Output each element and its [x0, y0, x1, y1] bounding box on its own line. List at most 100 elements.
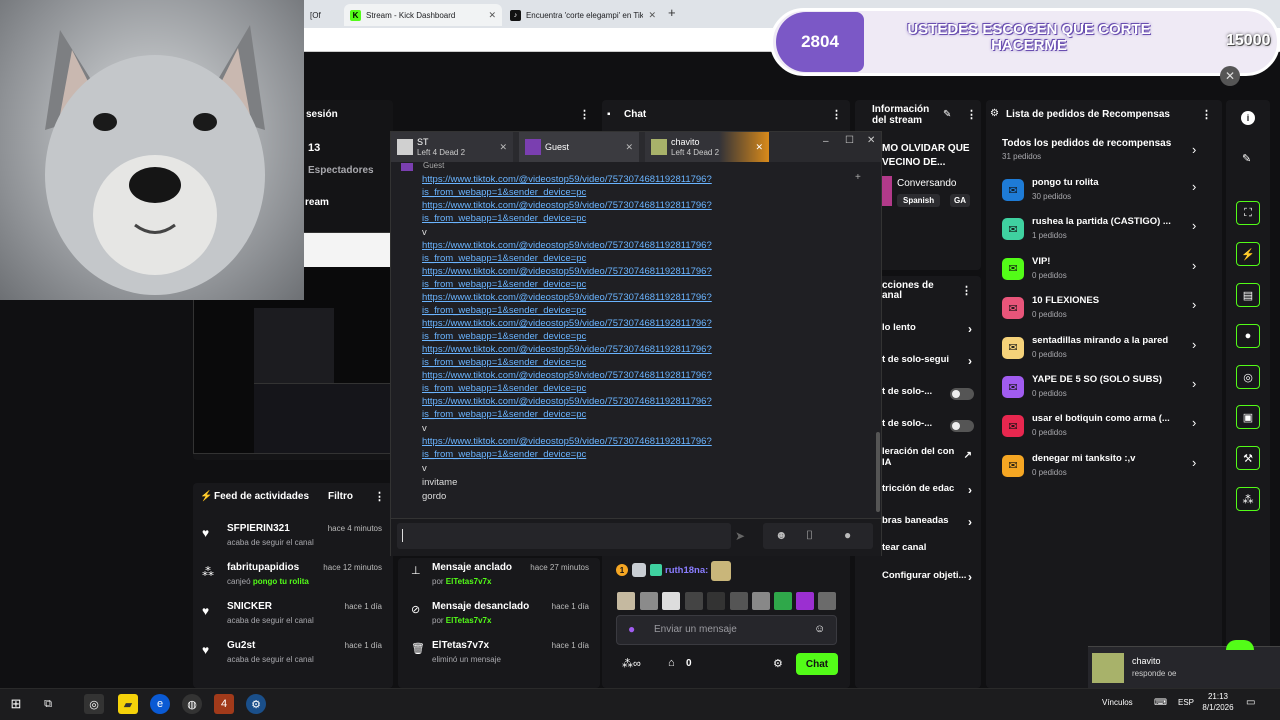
keyboard-icon[interactable]: ⌨	[1154, 697, 1167, 708]
link-line[interactable]: https://www.tiktok.com/@videostop59/vide…	[422, 318, 842, 331]
tag-ga[interactable]: GA	[950, 194, 970, 207]
quick-action-host-channel[interactable]: tear canal	[876, 542, 980, 560]
steam-icon[interactable]: ⚙	[246, 694, 266, 714]
notifications-icon[interactable]: ▭	[1246, 697, 1255, 708]
settings-gear-icon[interactable]: ⚙	[773, 657, 783, 670]
reward-row[interactable]: ✉ sentadillas mirando a la pared 0 pedidos…	[1002, 335, 1202, 371]
emote-image[interactable]	[774, 592, 792, 610]
task-view-icon[interactable]: ⧉	[38, 694, 58, 714]
chat-tab-guest[interactable]: Guest ✕	[519, 132, 639, 162]
chat-link-message[interactable]: https://www.tiktok.com/@videostop59/vide…	[422, 174, 842, 199]
activity-item[interactable]: ♥ SNICKER hace 1 día acaba de seguir el can…	[202, 601, 392, 637]
layout-icon[interactable]: ▣	[1236, 405, 1260, 429]
emoji-icon[interactable]: ☺	[814, 623, 825, 635]
quick-action-subs-only[interactable]: t de solo-...	[876, 386, 980, 404]
chat-window-input[interactable]	[397, 523, 731, 549]
attachment-icon[interactable]: ⌷	[806, 528, 813, 543]
chat-link-message[interactable]: https://www.tiktok.com/@videostop59/vide…	[422, 436, 842, 461]
close-tab-icon[interactable]: ✕	[488, 10, 496, 21]
more-icon[interactable]: ⋮	[1201, 108, 1212, 121]
clip-icon[interactable]: ⛶	[1236, 201, 1260, 225]
chat-link-message[interactable]: https://www.tiktok.com/@videostop59/vide…	[422, 318, 842, 343]
store-icon[interactable]: ⌂	[668, 657, 675, 669]
more-icon[interactable]: ⋮	[831, 108, 842, 121]
link-line[interactable]: is_from_webapp=1&sender_device=pc	[422, 331, 842, 344]
toggle-switch[interactable]	[950, 388, 974, 400]
emote-image[interactable]	[752, 592, 770, 610]
link-line[interactable]: is_from_webapp=1&sender_device=pc	[422, 213, 842, 226]
lightning-icon[interactable]: ⚡	[1236, 242, 1260, 266]
chat-tab-st[interactable]: ST Left 4 Dead 2 ✕	[391, 132, 513, 162]
link-line[interactable]: https://www.tiktok.com/@videostop59/vide…	[422, 240, 842, 253]
more-icon[interactable]: ⋮	[966, 108, 977, 121]
close-overlay-icon[interactable]: ✕	[1220, 66, 1240, 86]
mod-log-item[interactable]: ⊘ Mensaje desanclado hace 1 día por ElTetas…	[405, 601, 595, 637]
more-icon[interactable]: ⋮	[374, 490, 385, 503]
link-line[interactable]: https://www.tiktok.com/@videostop59/vide…	[422, 200, 842, 213]
activity-item[interactable]: ⁂ fabritupapidios hace 12 minutos canjeó po…	[202, 562, 392, 598]
users-infinity-icon[interactable]: ⁂∞	[622, 657, 641, 670]
reward-row[interactable]: ✉ VIP! 0 pedidos ›	[1002, 256, 1202, 292]
reward-row[interactable]: ✉ rushea la partida (CASTIGO) ... 1 pedido…	[1002, 216, 1202, 252]
link-line[interactable]: https://www.tiktok.com/@videostop59/vide…	[422, 266, 842, 279]
chat-tab-chavito[interactable]: chavito Left 4 Dead 2 ✕	[645, 132, 769, 162]
reward-row[interactable]: ✉ denegar mi tanksito :,v 0 pedidos ›	[1002, 453, 1202, 489]
quick-action-age-restriction[interactable]: tricción de edac ›	[876, 483, 980, 501]
emoji-icon[interactable]: ☻	[775, 528, 788, 542]
quick-action-configure-goals[interactable]: Configurar objeti... ›	[876, 570, 980, 588]
broadcast-icon[interactable]: ◎	[1236, 365, 1260, 389]
link-line[interactable]: is_from_webapp=1&sender_device=pc	[422, 357, 842, 370]
document-icon[interactable]: ▤	[1236, 283, 1260, 307]
browser-tab[interactable]: [Of	[304, 4, 344, 26]
message-input[interactable]: Enviar un mensaje	[654, 624, 737, 635]
tag-spanish[interactable]: Spanish	[897, 194, 941, 207]
reward-row[interactable]: ✉ 10 FLEXIONES 0 pedidos ›	[1002, 295, 1202, 331]
emote-image[interactable]	[707, 592, 725, 610]
more-icon[interactable]: ⋮	[961, 284, 972, 297]
file-explorer-icon[interactable]: ▰	[118, 694, 138, 714]
reward-row[interactable]: ✉ YAPE DE 5 SO (SOLO SUBS) 0 pedidos ›	[1002, 374, 1202, 410]
activity-item[interactable]: ♥ Gu2st hace 1 día acaba de seguir el canal	[202, 640, 392, 676]
chat-link-message[interactable]: https://www.tiktok.com/@videostop59/vide…	[422, 292, 842, 317]
link-line[interactable]: is_from_webapp=1&sender_device=pc	[422, 383, 842, 396]
obs-icon[interactable]: ◍	[182, 694, 202, 714]
chat-link-message[interactable]: https://www.tiktok.com/@videostop59/vide…	[422, 266, 842, 291]
quick-action-emotes-only[interactable]: t de solo-...	[876, 418, 980, 436]
close-tab-icon[interactable]: ✕	[499, 142, 507, 153]
info-icon[interactable]: i	[1241, 111, 1255, 125]
send-chat-button[interactable]: Chat	[796, 653, 838, 675]
more-icon[interactable]: ⋮	[579, 108, 590, 121]
windows-start-icon[interactable]: ⊞	[6, 694, 26, 714]
notification-toast[interactable]: chavito responde oe	[1088, 646, 1280, 688]
chat-link-message[interactable]: https://www.tiktok.com/@videostop59/vide…	[422, 240, 842, 265]
emote-image[interactable]	[617, 592, 635, 610]
chat-link-message[interactable]: https://www.tiktok.com/@videostop59/vide…	[422, 370, 842, 395]
microphone-icon[interactable]: ●	[628, 622, 635, 636]
maximize-icon[interactable]: ☐	[845, 135, 854, 146]
reward-row[interactable]: ✉ pongo tu rolita 30 pedidos ›	[1002, 177, 1202, 213]
links-label[interactable]: Vínculos	[1102, 698, 1133, 707]
game-icon[interactable]: 4	[214, 694, 234, 714]
chat-icon[interactable]: ●	[1236, 324, 1260, 348]
link-line[interactable]: https://www.tiktok.com/@videostop59/vide…	[422, 436, 842, 449]
emote-image[interactable]	[796, 592, 814, 610]
wrench-icon[interactable]: ⚒	[1236, 446, 1260, 470]
link-line[interactable]: is_from_webapp=1&sender_device=pc	[422, 253, 842, 266]
close-tab-icon[interactable]: ✕	[755, 142, 763, 153]
link-line[interactable]: https://www.tiktok.com/@videostop59/vide…	[422, 292, 842, 305]
chat-link-message[interactable]: https://www.tiktok.com/@videostop59/vide…	[422, 396, 842, 421]
link-line[interactable]: https://www.tiktok.com/@videostop59/vide…	[422, 344, 842, 357]
app-icon[interactable]: ◎	[84, 694, 104, 714]
add-reaction-icon[interactable]: +	[855, 172, 861, 183]
new-tab-button[interactable]: +	[668, 5, 676, 20]
quick-action-followers-only[interactable]: t de solo-segui ›	[876, 354, 980, 372]
close-window-icon[interactable]: ✕	[867, 135, 875, 146]
emote-image[interactable]	[730, 592, 748, 610]
emote-image[interactable]	[685, 592, 703, 610]
reward-row[interactable]: ✉ usar el botiquin como arma (... 0 pedido…	[1002, 413, 1202, 449]
close-tab-icon[interactable]: ✕	[648, 10, 656, 21]
chat-link-message[interactable]: https://www.tiktok.com/@videostop59/vide…	[422, 344, 842, 369]
pencil-icon[interactable]: ✎	[1242, 152, 1251, 165]
quick-action-slow-mode[interactable]: lo lento ›	[876, 322, 980, 340]
quick-action-ai-moderation[interactable]: leración del con IA ↗	[876, 446, 980, 470]
